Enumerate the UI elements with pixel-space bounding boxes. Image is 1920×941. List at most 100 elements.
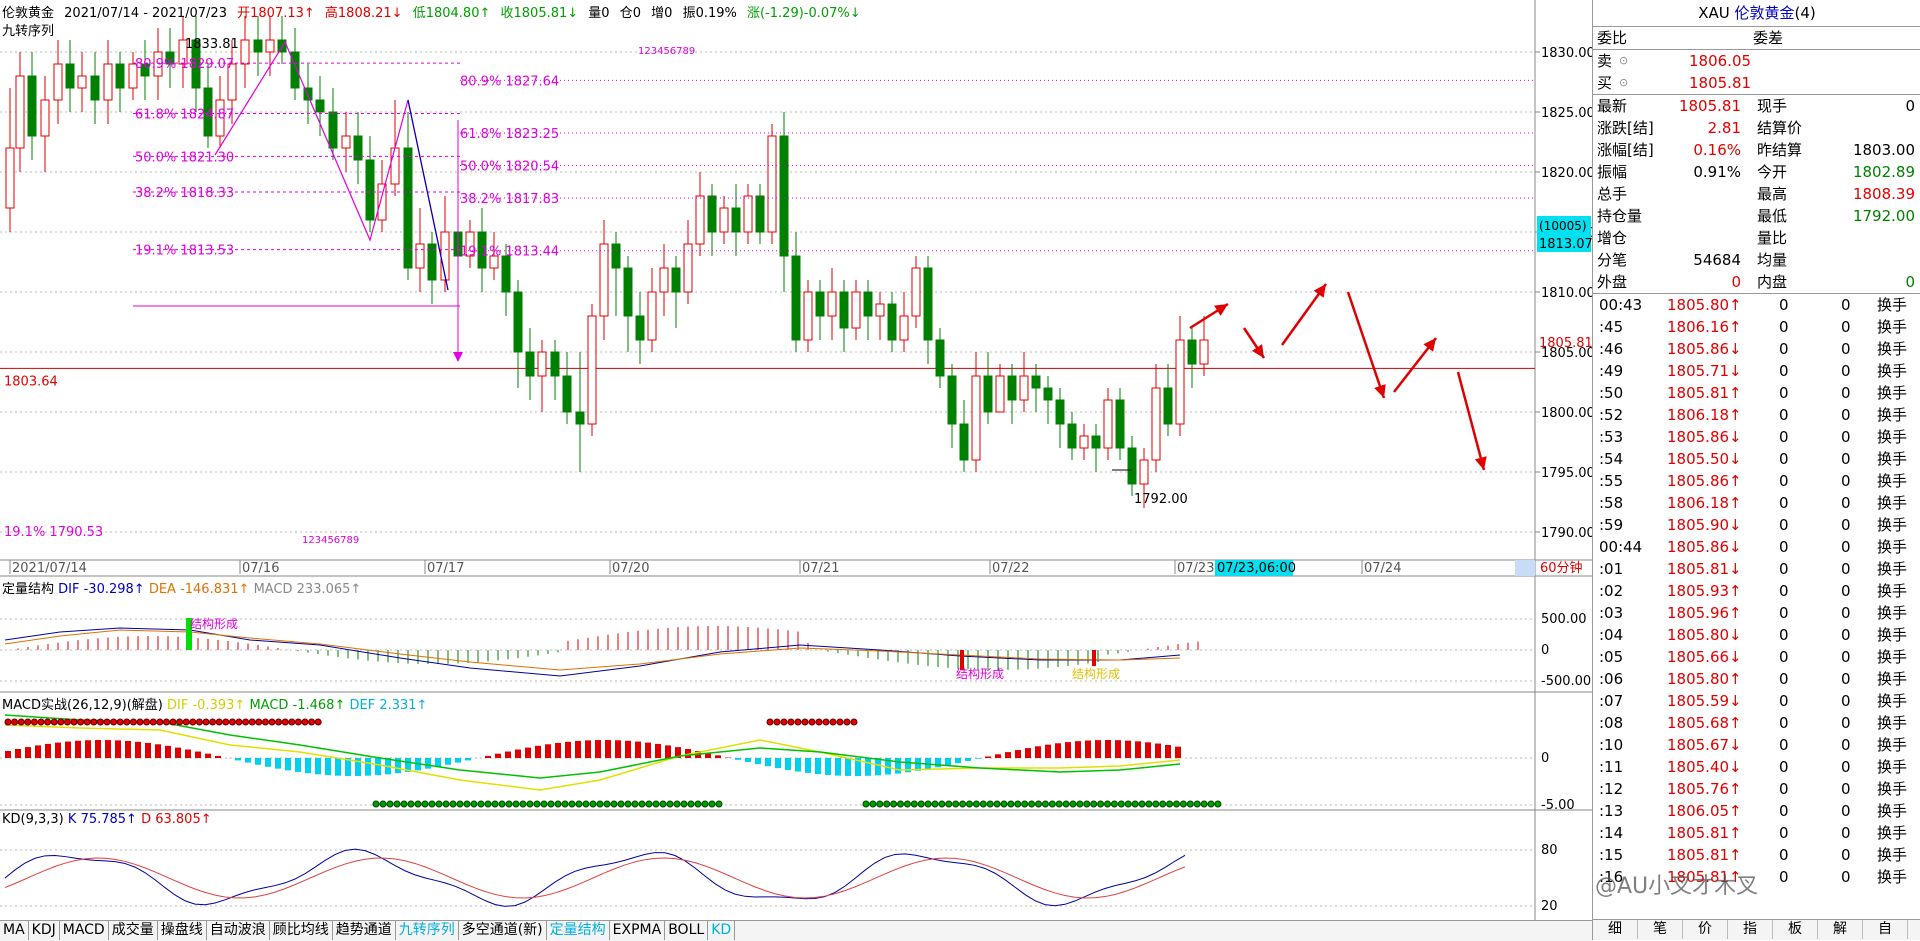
tick-row[interactable]: :131806.05↑00换手 [1593, 800, 1920, 822]
quote-name[interactable]: 伦敦黄金 [1735, 4, 1795, 22]
tick-row[interactable]: 00:431805.80↑00换手 [1593, 294, 1920, 316]
tick-row[interactable]: :591805.90↓00换手 [1593, 514, 1920, 536]
panel-tab[interactable]: 指 [1728, 920, 1773, 939]
sub2-dot [877, 801, 883, 807]
tick-vol: 0 [1779, 866, 1789, 888]
tick-row[interactable]: :061805.80↑00换手 [1593, 668, 1920, 690]
sub2-bar [125, 741, 131, 758]
indicator-tab[interactable]: KD [708, 921, 735, 940]
tick-type: 换手 [1877, 382, 1907, 404]
tick-type: 换手 [1877, 646, 1907, 668]
panel-tab[interactable]: 板 [1773, 920, 1818, 939]
indicator-tab[interactable]: 成交量 [109, 921, 158, 940]
panel-tab[interactable]: 解 [1818, 920, 1863, 939]
tick-vol2: 0 [1841, 514, 1851, 536]
sub2-bar [975, 758, 981, 759]
indicator-tab[interactable]: MA [0, 921, 29, 940]
sub2-bar [515, 749, 521, 758]
sub2-dot [946, 801, 952, 807]
sub1-label: 结构形成 [956, 666, 1004, 681]
quote-row: 涨跌[结]2.81结算价 [1593, 117, 1920, 139]
indicator-tab[interactable]: 多空通道(新) [459, 921, 547, 940]
tick-row[interactable]: 00:441805.86↓00换手 [1593, 536, 1920, 558]
quote-label: 涨跌[结] [1597, 117, 1654, 139]
tick-row[interactable]: :491805.71↓00换手 [1593, 360, 1920, 382]
y-tick-label: 0 [1541, 643, 1549, 658]
tick-type: 换手 [1877, 778, 1907, 800]
sub2-dot [443, 801, 449, 807]
sub2-bar [625, 741, 631, 758]
indicator-tab[interactable]: 定量结构 [547, 921, 610, 940]
indicator-tab[interactable]: 操盘线 [158, 921, 207, 940]
tick-row[interactable]: :071805.59↓00换手 [1593, 690, 1920, 712]
sub2-dot [163, 719, 169, 725]
tick-row[interactable]: :021805.93↑00换手 [1593, 580, 1920, 602]
tick-row[interactable]: :531805.86↓00换手 [1593, 426, 1920, 448]
indicator-tab[interactable]: 九转序列 [396, 921, 459, 940]
panel-tab[interactable]: 笔 [1638, 920, 1683, 939]
tick-row[interactable]: :111805.40↓00换手 [1593, 756, 1920, 778]
tick-row[interactable]: :031805.96↑00换手 [1593, 602, 1920, 624]
position-value: 仓0 [620, 6, 641, 21]
tick-row[interactable]: :151805.81↑00换手 [1593, 844, 1920, 866]
sub2-bar [155, 744, 161, 758]
tick-row[interactable]: :141805.81↑00换手 [1593, 822, 1920, 844]
candle-body [624, 268, 632, 316]
panel-tab[interactable]: 细 [1593, 920, 1638, 939]
indicator-tab[interactable]: KDJ [29, 921, 60, 940]
sub1-header: 定量结构 DIF -30.298↑ DEA -146.831↑ MACD 233… [2, 578, 361, 597]
indicator-tab[interactable]: 自动波浪 [207, 921, 270, 940]
indicator-tab[interactable]: 顾比均线 [270, 921, 333, 940]
tick-vol2: 0 [1841, 778, 1851, 800]
indicator-tab[interactable]: 趋势通道 [333, 921, 396, 940]
tick-row[interactable]: :521806.18↑00换手 [1593, 404, 1920, 426]
buy-label: 买 [1597, 72, 1612, 94]
tick-row[interactable]: :011805.81↓00换手 [1593, 558, 1920, 580]
panel-tab[interactable]: 自 [1863, 920, 1908, 939]
sub2-bar [45, 744, 51, 758]
tick-row[interactable]: :541805.50↓00换手 [1593, 448, 1920, 470]
tick-row[interactable]: :051805.66↓00换手 [1593, 646, 1920, 668]
tick-list[interactable]: 00:431805.80↑00换手:451806.16↑00换手:461805.… [1593, 294, 1920, 888]
period-label: 60分钟 [1540, 560, 1583, 576]
tick-row[interactable]: :101805.67↓00换手 [1593, 734, 1920, 756]
sub2-bar [655, 744, 661, 758]
tick-vol: 0 [1779, 712, 1789, 734]
tick-row[interactable]: :581806.18↑00换手 [1593, 492, 1920, 514]
main-chart-svg[interactable]: 1830.001825.001820.001815.001810.001805.… [0, 0, 1592, 920]
tick-time: :07 [1599, 690, 1623, 712]
tick-price: 1805.81↑ [1667, 382, 1742, 404]
tick-row[interactable]: :461805.86↓00换手 [1593, 338, 1920, 360]
tick-vol2: 0 [1841, 536, 1851, 558]
indicator-tab[interactable]: BOLL [665, 921, 708, 940]
sub2-bar [635, 742, 641, 758]
panel-tab[interactable]: 价 [1683, 920, 1728, 939]
sub2-bar [1025, 748, 1031, 758]
quote-code: XAU [1698, 4, 1730, 22]
chart-area[interactable]: 1830.001825.001820.001815.001810.001805.… [0, 0, 1592, 940]
sub2-dot [781, 719, 787, 725]
tick-row[interactable]: :041805.80↓00换手 [1593, 624, 1920, 646]
sub2-bar [435, 758, 441, 767]
tick-row[interactable]: :121805.76↑00换手 [1593, 778, 1920, 800]
tick-row[interactable]: :081805.68↑00换手 [1593, 712, 1920, 734]
sub2-dot [1111, 801, 1117, 807]
indicator-tab[interactable]: MACD [60, 921, 109, 940]
sub2-name: MACD实战(26,12,9)(解盘) [2, 698, 163, 713]
sub2-dot [688, 801, 694, 807]
cursor-box-price: 1813.07 [1539, 237, 1592, 252]
tick-type: 换手 [1877, 712, 1907, 734]
indicator-tab[interactable]: EXPMA [610, 921, 666, 940]
candles [6, 16, 1208, 508]
tick-row[interactable]: :451806.16↑00换手 [1593, 316, 1920, 338]
candle-body [1080, 436, 1088, 448]
candle-body [1008, 376, 1016, 400]
tick-row[interactable]: :551805.86↑00换手 [1593, 470, 1920, 492]
tick-row[interactable]: :501805.81↑00换手 [1593, 382, 1920, 404]
sub2-bar [265, 758, 271, 767]
tick-vol2: 0 [1841, 668, 1851, 690]
sub2-bar [335, 758, 341, 776]
candle-body [936, 340, 944, 376]
tick-price: 1805.96↑ [1667, 602, 1742, 624]
tick-price: 1805.50↓ [1667, 448, 1742, 470]
